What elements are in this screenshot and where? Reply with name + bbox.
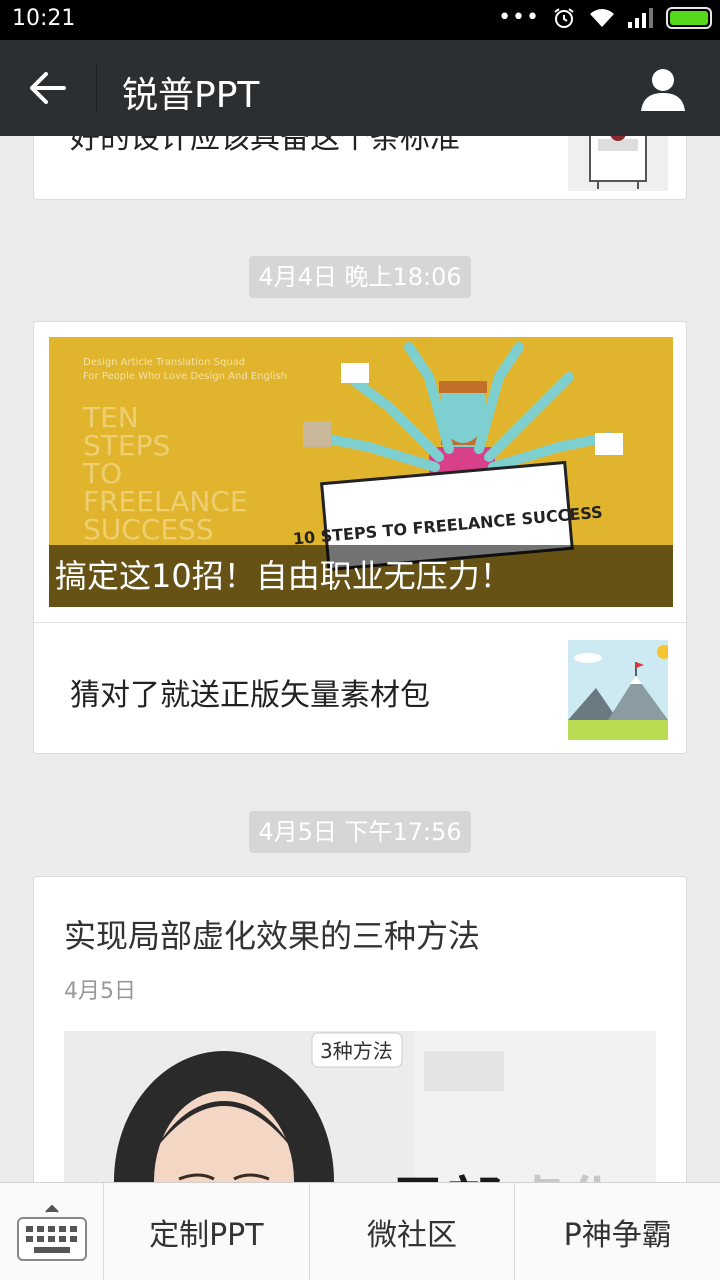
article-banner[interactable]: Design Article Translation Squad For Peo… xyxy=(49,337,673,607)
battery-icon xyxy=(666,7,712,29)
back-arrow-icon xyxy=(30,72,66,104)
article-thumbnail[interactable] xyxy=(568,640,668,740)
article-row-title[interactable]: 好的设计应该具备这个条标准 xyxy=(70,136,460,157)
header-divider xyxy=(96,64,97,112)
status-bar: 10:21 ••• xyxy=(0,0,720,40)
banner-small-text-1: Design Article Translation Squad xyxy=(83,357,245,368)
bottom-menu-bar: 定制PPT 微社区 P神争霸 xyxy=(0,1182,720,1280)
menu-item-community[interactable]: 微社区 xyxy=(310,1183,516,1280)
multi-article-card[interactable]: Design Article Translation Squad For Peo… xyxy=(33,321,687,754)
menu-item-custom-ppt[interactable]: 定制PPT xyxy=(104,1183,310,1280)
profile-button[interactable] xyxy=(640,66,686,112)
page-title: 锐普PPT xyxy=(122,75,260,116)
article-row-title[interactable]: 猜对了就送正版矢量素材包 xyxy=(70,670,430,714)
status-time: 10:21 xyxy=(12,6,76,31)
article-card[interactable]: 实现局部虚化效果的三种方法 4月5日 3种方法 局部 虚化 xyxy=(33,876,687,1182)
article-cover-image[interactable]: 3种方法 局部 虚化 xyxy=(64,1031,656,1182)
banner-caption[interactable]: 搞定这10招！自由职业无压力！ xyxy=(49,545,673,607)
timestamp-badge: 4月4日 晚上18:06 xyxy=(249,256,471,298)
more-notifications-icon: ••• xyxy=(498,5,540,30)
alarm-icon xyxy=(554,8,574,28)
article-title[interactable]: 实现局部虚化效果的三种方法 xyxy=(64,911,480,957)
message-feed[interactable]: 好的设计应该具备这个条标准 4月4日 晚上18:06 Design Articl… xyxy=(0,136,720,1182)
status-icons: ••• xyxy=(498,6,712,30)
keyboard-icon xyxy=(16,1204,87,1261)
user-icon xyxy=(641,69,685,111)
banner-small-text-2: For People Who Love Design And English xyxy=(83,371,287,382)
image-tag-text: 3种方法 xyxy=(320,1039,393,1063)
timestamp-badge: 4月5日 下午17:56 xyxy=(249,811,471,853)
article-card[interactable]: 好的设计应该具备这个条标准 xyxy=(33,136,687,200)
article-date: 4月5日 xyxy=(64,979,136,1004)
article-thumbnail[interactable] xyxy=(568,136,668,191)
signal-icon xyxy=(628,8,653,28)
keyboard-toggle-button[interactable] xyxy=(0,1183,104,1280)
app-header: 锐普PPT xyxy=(0,40,720,136)
card-divider xyxy=(34,622,686,623)
image-text-2: 虚化 xyxy=(510,1172,622,1182)
back-button[interactable] xyxy=(24,62,72,114)
wifi-icon xyxy=(590,9,614,27)
menu-item-p-contest[interactable]: P神争霸 xyxy=(515,1183,720,1280)
image-text-1: 局部 xyxy=(390,1172,502,1182)
svg-text:SUCCESS: SUCCESS xyxy=(83,513,214,546)
